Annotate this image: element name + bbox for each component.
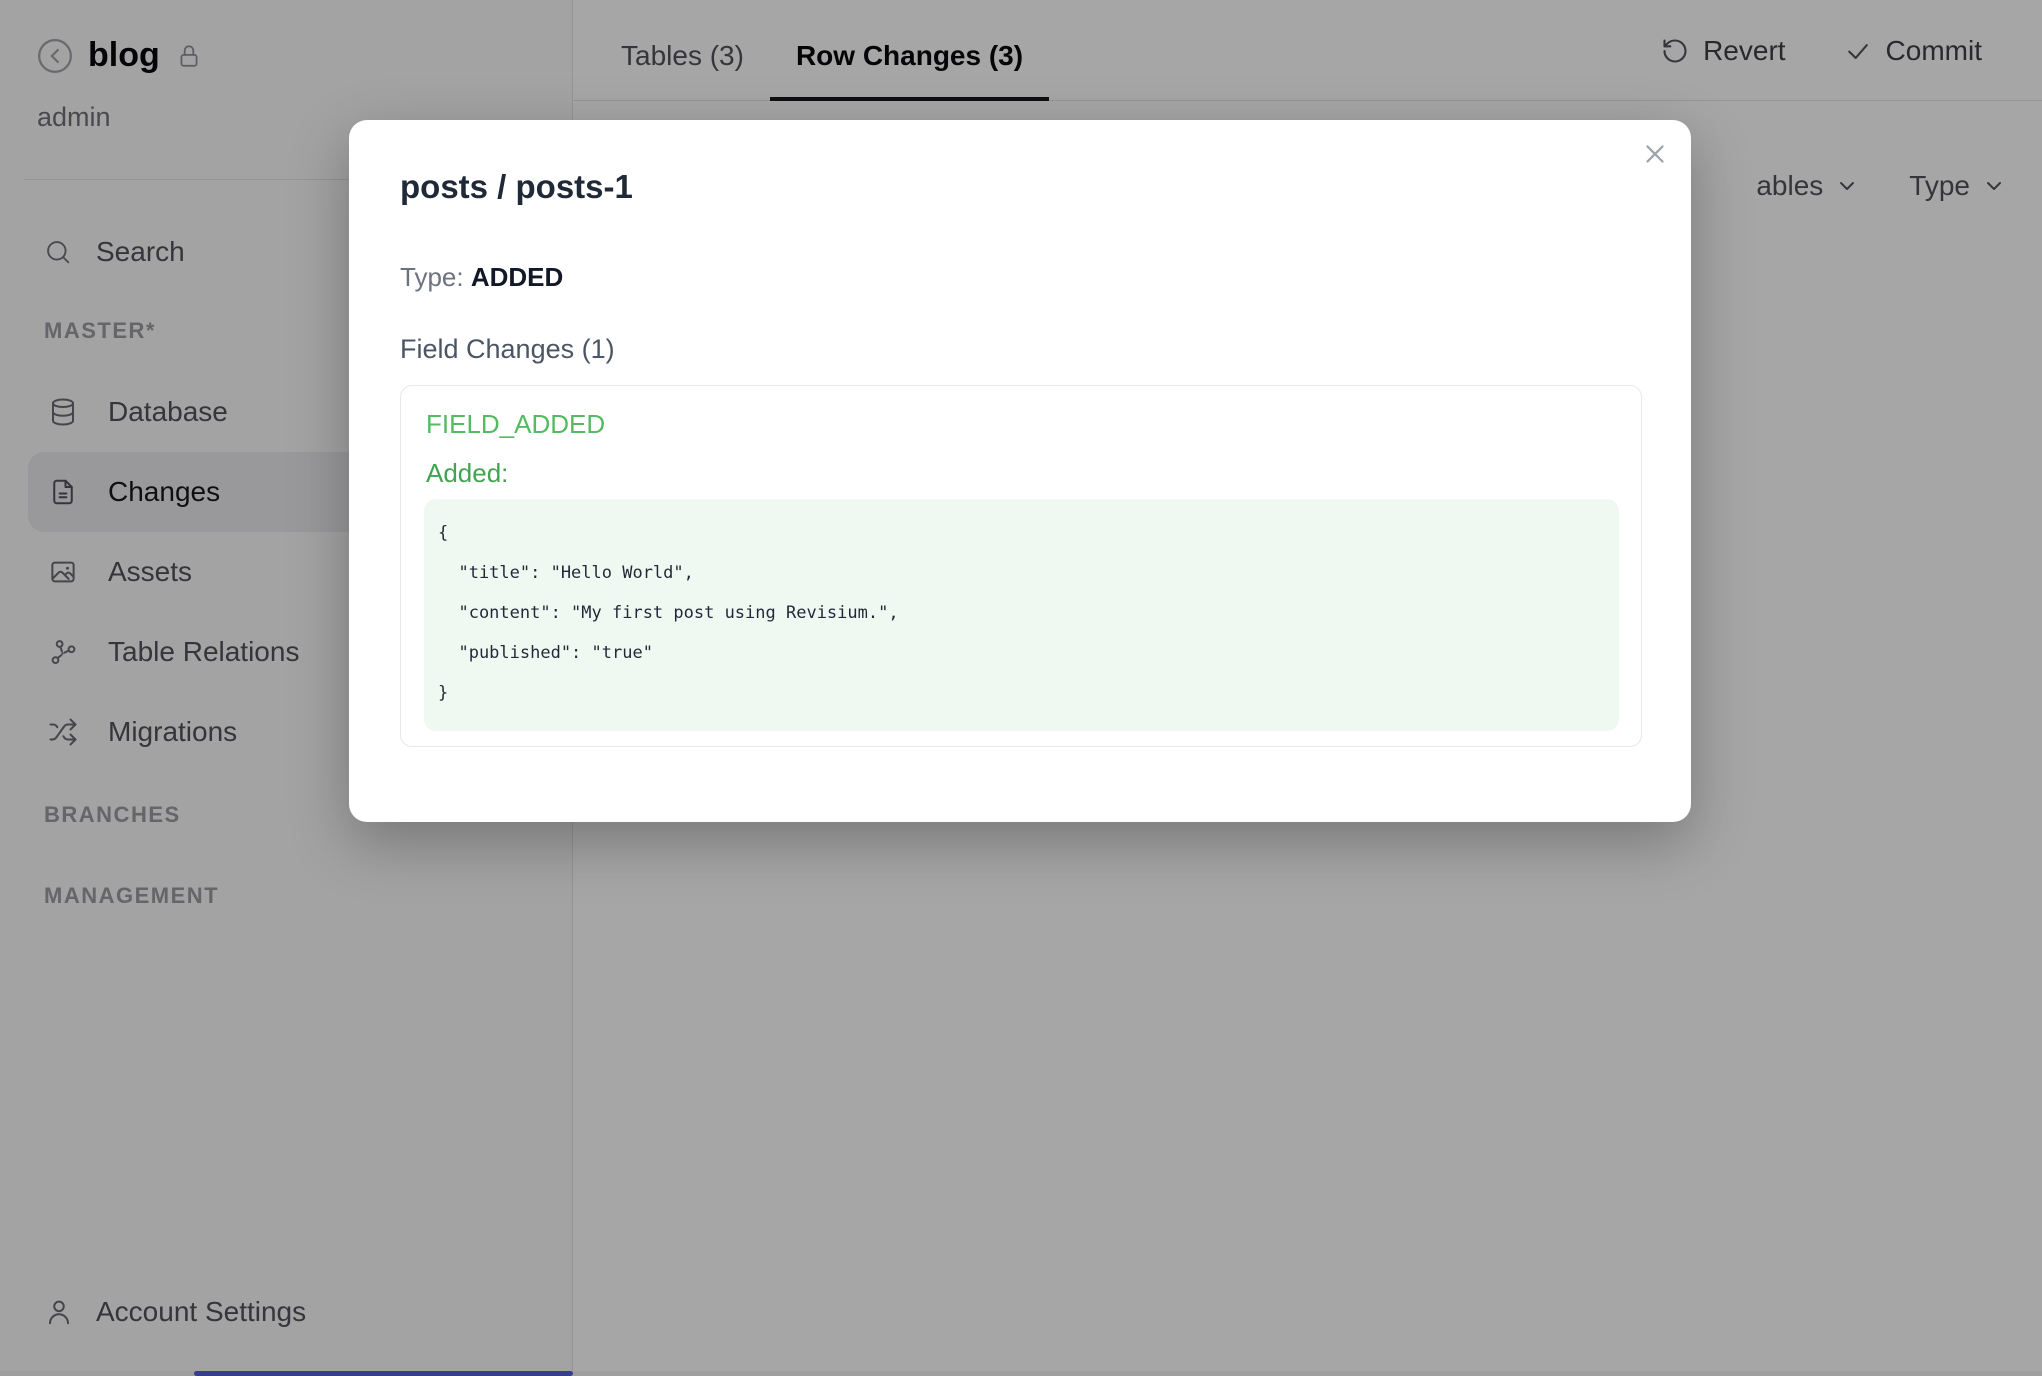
- type-value: ADDED: [471, 262, 563, 292]
- change-kind-label: FIELD_ADDED: [426, 409, 605, 440]
- modal-type-row: Type: ADDED: [400, 262, 563, 293]
- field-changes-heading: Field Changes (1): [400, 334, 615, 365]
- row-change-modal: posts / posts-1 Type: ADDED Field Change…: [349, 120, 1691, 822]
- type-label: Type:: [400, 262, 464, 292]
- field-change-card: FIELD_ADDED Added: { "title": "Hello Wor…: [400, 385, 1642, 747]
- added-json-code: { "title": "Hello World", "content": "My…: [424, 499, 1619, 713]
- app-window: blog admin Search MASTER*: [0, 0, 2042, 1376]
- added-json-block: { "title": "Hello World", "content": "My…: [424, 499, 1619, 731]
- close-icon[interactable]: [1640, 139, 1670, 169]
- added-label: Added:: [426, 458, 508, 489]
- modal-title: posts / posts-1: [400, 168, 633, 206]
